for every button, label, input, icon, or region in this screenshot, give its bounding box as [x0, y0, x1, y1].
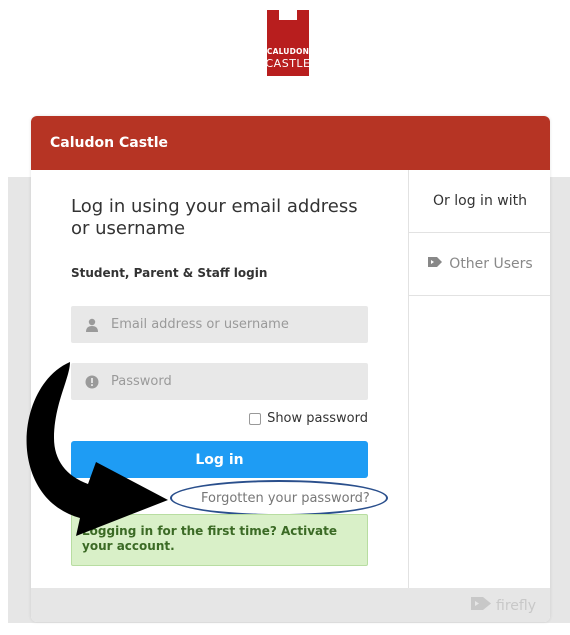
show-password-toggle[interactable]: Show password — [249, 411, 368, 426]
email-field[interactable] — [71, 306, 368, 343]
firefly-icon — [427, 256, 443, 272]
firefly-logo-icon — [470, 596, 492, 615]
password-input[interactable] — [71, 363, 368, 400]
caludon-castle-logo: CALUDON CASTLE — [257, 10, 319, 76]
alt-login-heading: Or log in with — [409, 170, 550, 233]
login-subtitle: Student, Parent & Staff login — [71, 266, 268, 280]
user-icon — [85, 317, 99, 336]
info-icon — [85, 374, 99, 393]
login-card: Caludon Castle Log in using your email a… — [31, 116, 550, 622]
login-button[interactable]: Log in — [71, 441, 368, 478]
firefly-brand-label: firefly — [496, 597, 536, 614]
forgot-password-link[interactable]: Forgotten your password? — [201, 491, 370, 506]
alt-login-column: Or log in with Other Users — [408, 170, 550, 588]
email-input[interactable] — [71, 306, 368, 343]
show-password-checkbox[interactable] — [249, 412, 262, 425]
other-users-label: Other Users — [449, 256, 533, 272]
card-footer: firefly — [31, 588, 550, 622]
firefly-brand: firefly — [470, 596, 536, 615]
activate-account-link[interactable]: Logging in for the first time? Activate … — [71, 514, 368, 566]
login-title: Log in using your email address or usern… — [71, 196, 358, 239]
show-password-label: Show password — [267, 411, 368, 426]
logo-line1: CALUDON — [266, 47, 310, 56]
logo-line2: CASTLE — [265, 57, 311, 70]
other-users-button[interactable]: Other Users — [409, 233, 550, 296]
card-header: Caludon Castle — [31, 116, 550, 170]
password-field[interactable] — [71, 363, 368, 400]
